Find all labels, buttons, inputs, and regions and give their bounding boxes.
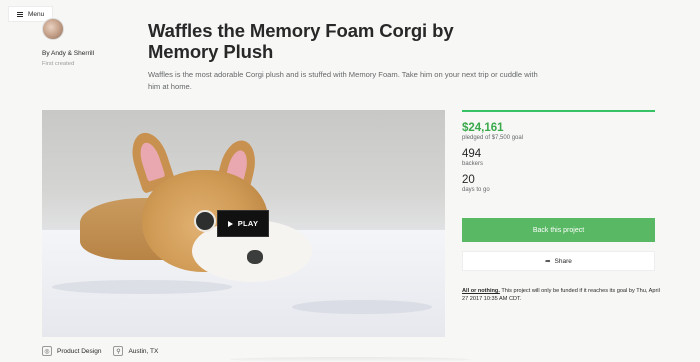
pledged-amount: $24,161 <box>462 122 504 134</box>
location-label: Austin, TX <box>128 347 159 355</box>
progress-bar <box>462 110 655 112</box>
progress-bar-fill <box>462 110 655 112</box>
share-icon: ➦ <box>545 258 551 265</box>
share-label: Share <box>554 257 572 265</box>
project-title: Waffles the Memory Foam Corgi by Memory … <box>148 20 454 62</box>
category-label: Product Design <box>57 347 102 355</box>
play-label: PLAY <box>237 219 259 228</box>
days-to-go-label: days to go <box>462 187 490 193</box>
play-icon <box>227 220 233 227</box>
compass-icon: ◎ <box>42 346 52 356</box>
backers-count: 494 <box>462 148 482 160</box>
hamburger-icon <box>17 11 23 18</box>
creator-byline[interactable]: By Andy & Sherrill <box>42 50 94 57</box>
back-project-button[interactable]: Back this project <box>462 218 655 242</box>
project-video[interactable]: PLAY <box>42 110 445 337</box>
project-tags: ◎ Product Design ⚲ Austin, TX <box>42 346 158 356</box>
funding-stats: $24,161 pledged of $7,500 goal 494 backe… <box>462 110 655 193</box>
project-page: Menu By Andy & Sherrill First created Wa… <box>0 0 700 362</box>
corgi-nose <box>247 250 263 264</box>
category-tag[interactable]: ◎ Product Design <box>42 346 101 356</box>
menu-label: Menu <box>28 10 45 18</box>
play-button[interactable]: PLAY <box>217 210 269 237</box>
first-created-label: First created <box>42 61 75 67</box>
days-to-go-count: 20 <box>462 174 475 186</box>
share-button[interactable]: ➦ Share <box>462 251 655 271</box>
funding-fine-print: All or nothing. This project will only b… <box>462 287 662 303</box>
backers-label: backers <box>462 161 484 167</box>
sheet-fold <box>52 280 232 294</box>
all-or-nothing-link[interactable]: All or nothing. <box>462 288 500 294</box>
scroll-shadow <box>230 357 470 362</box>
location-pin-icon: ⚲ <box>113 346 124 356</box>
project-blurb: Waffles is the most adorable Corgi plush… <box>148 70 538 91</box>
pledged-goal-label: pledged of $7,500 goal <box>462 135 524 141</box>
location-tag[interactable]: ⚲ Austin, TX <box>113 346 158 356</box>
corgi-eye <box>194 210 216 232</box>
creator-avatar[interactable] <box>42 18 64 40</box>
sheet-fold <box>292 300 432 314</box>
